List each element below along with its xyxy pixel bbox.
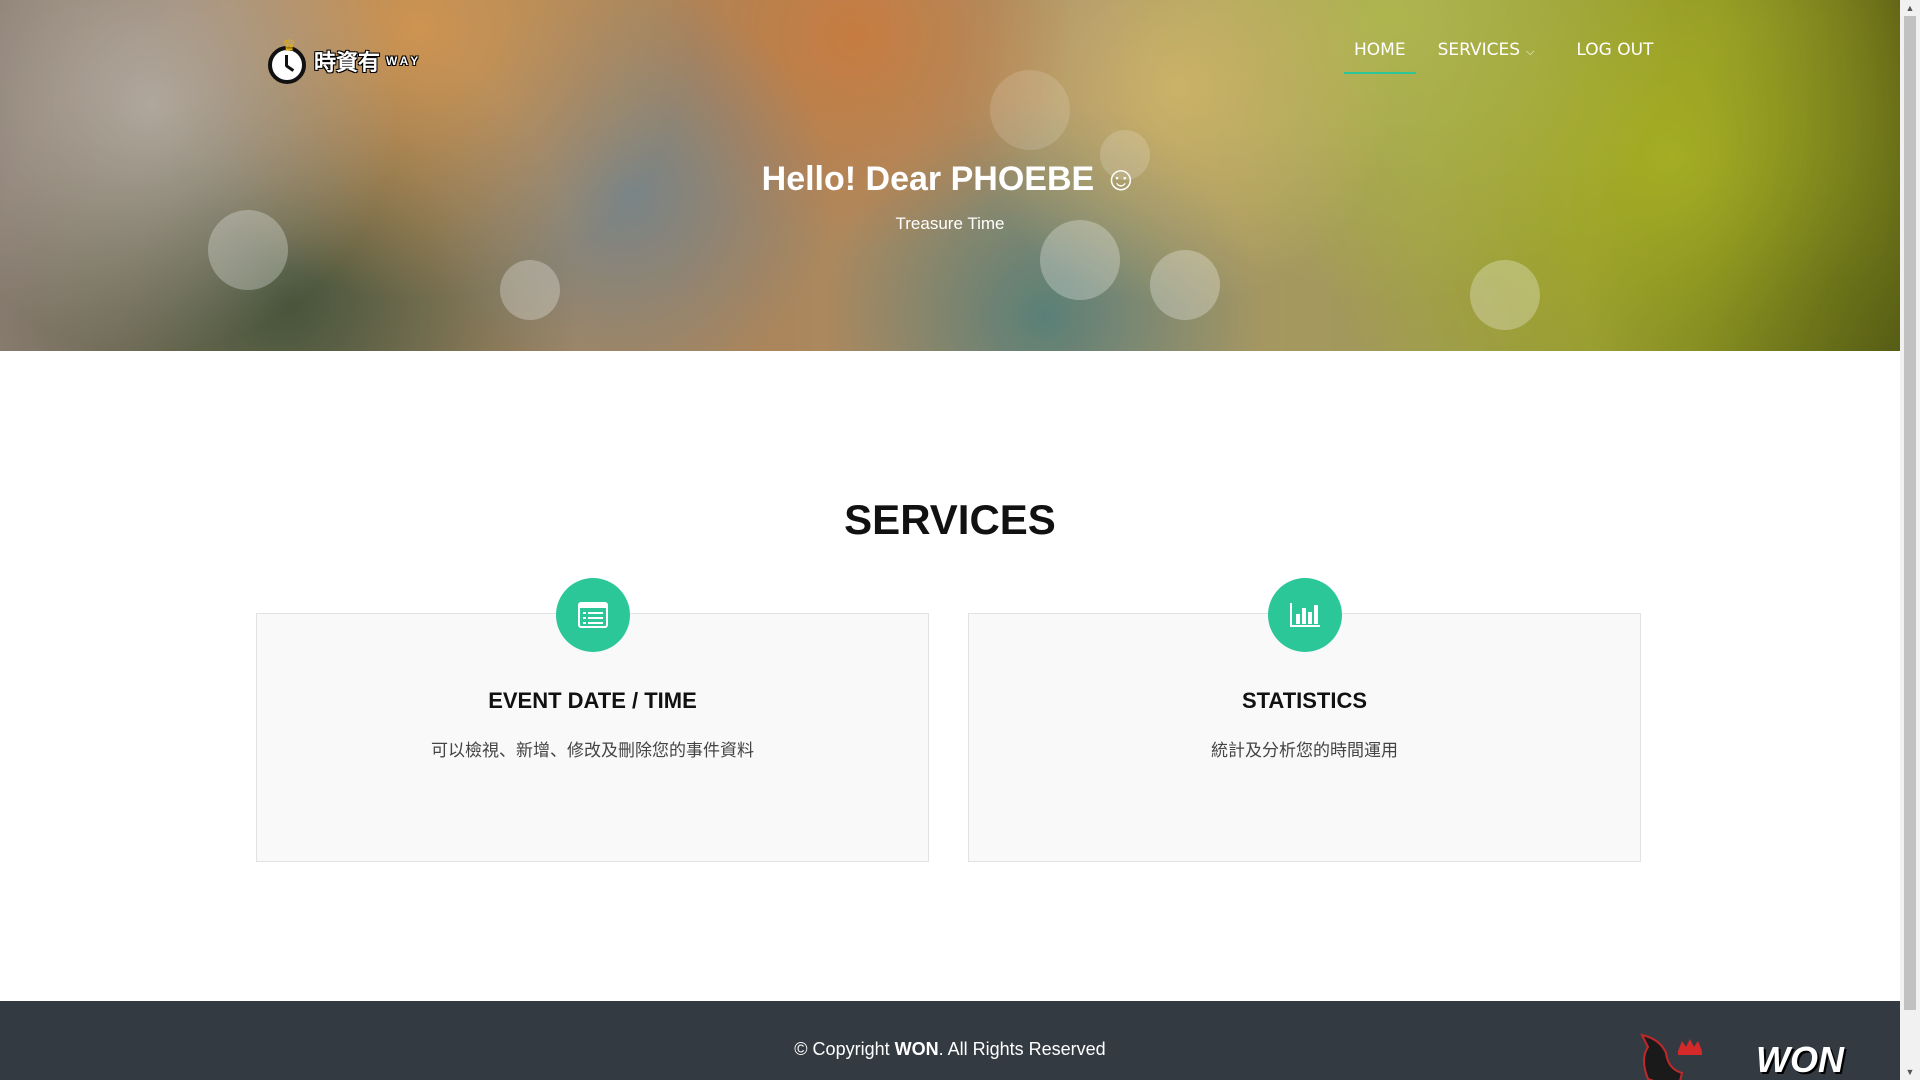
service-card-statistics[interactable]: STATISTICS 統計及分析您的時間運用 [968,578,1641,862]
vertical-scrollbar[interactable]: ▲ ▼ [1900,0,1920,1080]
clock-icon: ♛ [268,38,306,84]
hero-banner: ♛ 時資有 WAY HOME SERVICES ⌵ LOG OUT Hello! … [0,0,1900,351]
nav-home[interactable]: HOME [1344,38,1416,74]
copyright-prefix: © Copyright [794,1039,895,1059]
list-icon [556,578,630,652]
copyright-suffix: . All Rights Reserved [938,1039,1106,1059]
bar-chart-icon [1268,578,1342,652]
logo-text: 時資有 [314,50,381,75]
nav-home-label: HOME [1354,40,1406,60]
card-title: EVENT DATE / TIME [488,688,697,713]
logo-way-text: WAY [386,54,422,68]
nav-logout-label: LOG OUT [1576,40,1654,60]
copyright-brand: WON [894,1039,939,1059]
site-logo[interactable]: ♛ 時資有 WAY [268,38,421,84]
footer: © Copyright WON. All Rights Reserved WON [0,1001,1900,1080]
nav-logout[interactable]: LOG OUT [1566,38,1663,74]
hero-title: Hello! Dear PHOEBE ☺ [761,160,1139,198]
scroll-thumb[interactable] [1904,16,1916,1010]
main-nav: HOME SERVICES ⌵ LOG OUT [1344,38,1663,74]
scroll-down-icon[interactable]: ▼ [1900,1064,1920,1080]
nav-services-dropdown[interactable]: SERVICES ⌵ [1428,38,1545,74]
service-card-event[interactable]: EVENT DATE / TIME 可以檢視、新增、修改及刪除您的事件資料 [256,578,929,862]
card-title: STATISTICS [1241,688,1368,713]
card-description: 統計及分析您的時間運用 [1211,741,1398,761]
scroll-up-icon[interactable]: ▲ [1900,0,1920,16]
copyright-text: © Copyright WON. All Rights Reserved [0,1039,1900,1060]
nav-services-label: SERVICES [1437,40,1521,60]
card-description: 可以檢視、新增、修改及刪除您的事件資料 [431,741,754,761]
chevron-down-icon: ⌵ [1526,45,1535,58]
hero-subtitle: Treasure Time [895,214,1005,233]
crown-icon: ♛ [282,38,297,55]
services-heading: SERVICES [844,496,1056,543]
footer-logo-text: WON [1756,1039,1844,1080]
